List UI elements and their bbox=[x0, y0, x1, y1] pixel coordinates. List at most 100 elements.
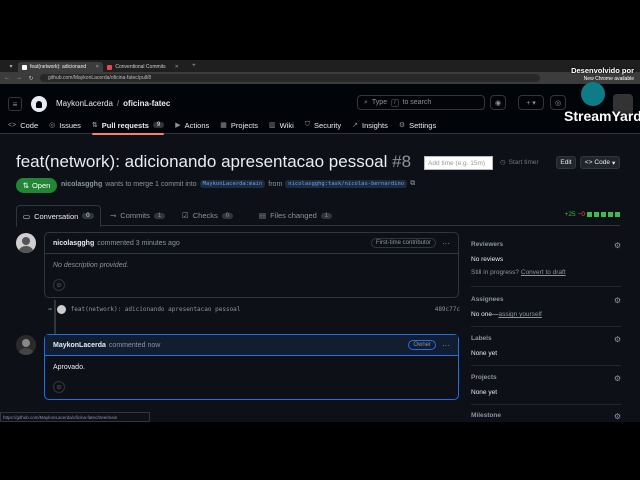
pr-tabs: ▭ Conversation 0 ⊸ Commits 1 ☑ Checks 0 ▤ Files… bbox=[16, 205, 620, 227]
comment-card: MaykonLacerda commented now Owner ··· Ap… bbox=[44, 334, 459, 400]
sidebar-value: None yet bbox=[471, 389, 498, 396]
new-tab-icon[interactable]: + bbox=[187, 62, 201, 71]
comment-author-link[interactable]: MaykonLacerda bbox=[53, 342, 106, 349]
back-icon[interactable]: ← bbox=[4, 75, 10, 81]
repo-nav-actions[interactable]: ▶ Actions bbox=[175, 116, 209, 134]
kebab-menu-icon[interactable]: ··· bbox=[442, 341, 450, 350]
tab-conversation[interactable]: ▭ Conversation 0 bbox=[16, 205, 101, 227]
tab-files-changed[interactable]: ▤ Files changed 1 bbox=[253, 205, 338, 226]
sidebar-heading[interactable]: Reviewers bbox=[471, 241, 503, 250]
assign-yourself-link[interactable]: assign yourself bbox=[498, 311, 541, 318]
repo-nav-pull-requests[interactable]: ⇅ Pull requests 9 bbox=[91, 116, 165, 135]
overlay-credit-text: Desenvolvido por bbox=[571, 66, 634, 75]
gear-icon[interactable]: ⚙ bbox=[614, 374, 621, 383]
gear-icon[interactable]: ⚙ bbox=[614, 335, 621, 344]
diffstat-block bbox=[608, 212, 613, 217]
add-reaction-icon[interactable]: ☺ bbox=[53, 381, 65, 393]
add-reaction-icon[interactable]: ☺ bbox=[53, 279, 65, 291]
gear-icon[interactable]: ⚙ bbox=[614, 296, 621, 305]
search-input[interactable]: ⌕ Type / to search bbox=[357, 95, 485, 110]
repo-nav-label: Code bbox=[20, 120, 39, 130]
avatar[interactable] bbox=[56, 304, 66, 314]
sidebar-heading[interactable]: Labels bbox=[471, 335, 492, 344]
issue-icon: ◎ bbox=[49, 122, 56, 129]
pr-author-link[interactable]: nicolasgghg bbox=[61, 181, 102, 188]
comment-timestamp[interactable]: commented 3 minutes ago bbox=[97, 240, 180, 247]
code-button-label: Code bbox=[594, 159, 610, 166]
deletions-count: −0 bbox=[577, 211, 585, 218]
gear-icon[interactable]: ⚙ bbox=[614, 241, 621, 250]
kebab-menu-icon[interactable]: ··· bbox=[442, 239, 450, 248]
reload-icon[interactable]: ↻ bbox=[28, 75, 34, 82]
comment-body: Aprovado. ☺ bbox=[45, 356, 458, 401]
url-input[interactable]: github.com/MaykonLacerda/oficina-fatec/p… bbox=[40, 74, 540, 82]
graph-icon: ↗ bbox=[352, 122, 358, 129]
comment-author-link[interactable]: nicolasgghg bbox=[53, 240, 94, 247]
contributor-badge: First-time contributor bbox=[370, 238, 436, 248]
book-icon: ▥ bbox=[268, 122, 276, 129]
clock-icon: ◷ bbox=[500, 159, 506, 166]
base-branch-link[interactable]: MaykonLacerda:main bbox=[199, 180, 266, 188]
close-tab-icon[interactable]: ✕ bbox=[175, 64, 179, 70]
link-status-bar: https://github.com/MaykonLacerda/oficina… bbox=[0, 412, 150, 422]
sidebar-heading[interactable]: Assignees bbox=[471, 296, 504, 305]
browser-tab[interactable]: Conventional Commits ✕ bbox=[103, 62, 183, 72]
add-time-input[interactable]: Add time (e.g. 15m) bbox=[424, 156, 493, 170]
tab-label: Commits bbox=[120, 211, 150, 220]
tab-checks[interactable]: ☑ Checks 0 bbox=[176, 205, 239, 226]
avatar[interactable] bbox=[16, 335, 36, 355]
sidebar-value: No reviews bbox=[471, 256, 504, 263]
head-branch-link[interactable]: nicolasgghg:task/nicolas-bernardino bbox=[285, 180, 408, 188]
start-timer-label: Start timer bbox=[508, 158, 539, 166]
comment-text: No description provided. bbox=[53, 262, 129, 269]
edit-button[interactable]: Edit bbox=[556, 156, 576, 169]
avatar[interactable] bbox=[16, 233, 36, 253]
repo-nav-issues[interactable]: ◎ Issues bbox=[49, 116, 81, 134]
commit-sha-link[interactable]: 489c77c bbox=[435, 306, 460, 313]
forward-icon[interactable]: → bbox=[16, 75, 22, 81]
breadcrumb-separator: / bbox=[116, 99, 120, 108]
menu-icon[interactable]: ≡ bbox=[8, 97, 22, 111]
comment-timestamp[interactable]: commented now bbox=[109, 342, 160, 349]
sidebar-assignees: Assignees ⚙ No one—assign yourself bbox=[471, 296, 621, 318]
tab-commits[interactable]: ⊸ Commits 1 bbox=[104, 205, 171, 226]
browser-tab-active[interactable]: feat(network): adicionand ✕ bbox=[18, 62, 104, 72]
search-shortcut-key: / bbox=[391, 98, 399, 107]
repo-nav-insights[interactable]: ↗ Insights bbox=[352, 116, 388, 134]
repo-nav-security[interactable]: ⛉ Security bbox=[305, 116, 341, 134]
repo-nav-settings[interactable]: ⚙ Settings bbox=[399, 116, 436, 134]
repo-nav-code[interactable]: <> Code bbox=[8, 116, 38, 134]
copilot-icon[interactable]: ◉ bbox=[490, 95, 506, 110]
tab-search-icon[interactable]: ▾ bbox=[4, 62, 18, 71]
sidebar-value: None yet bbox=[471, 350, 498, 357]
close-tab-icon[interactable]: ✕ bbox=[95, 64, 99, 70]
search-placeholder: Type bbox=[371, 99, 388, 106]
create-new-button[interactable]: + ▾ bbox=[518, 95, 544, 110]
sidebar-value: No one—assign yourself bbox=[471, 311, 621, 318]
gear-icon[interactable]: ⚙ bbox=[614, 412, 621, 421]
github-logo-icon[interactable] bbox=[31, 96, 47, 112]
copy-icon[interactable]: ⧉ bbox=[410, 180, 415, 188]
page-title: feat(network): adicionando apresentacao … bbox=[16, 152, 411, 172]
github-favicon-icon bbox=[22, 64, 27, 70]
repo-nav-projects[interactable]: ▦ Projects bbox=[220, 116, 258, 134]
shield-icon: ⛉ bbox=[304, 121, 311, 128]
diffstat-block bbox=[587, 212, 592, 217]
checklist-icon: ☑ bbox=[182, 211, 189, 220]
code-icon: <> bbox=[584, 159, 593, 166]
start-timer-button[interactable]: ◷ Start timer bbox=[500, 158, 539, 167]
repo-nav-label: Pull requests bbox=[101, 120, 149, 130]
sidebar-heading[interactable]: Milestone bbox=[471, 412, 501, 421]
commit-icon: ⊸ bbox=[110, 211, 117, 220]
tab-label: Checks bbox=[192, 211, 218, 220]
owner-badge: Owner bbox=[408, 340, 436, 350]
repo-nav-wiki[interactable]: ▥ Wiki bbox=[269, 116, 294, 134]
streamyard-logo-icon bbox=[581, 82, 605, 106]
sidebar-heading[interactable]: Projects bbox=[471, 374, 497, 383]
convert-to-draft-link[interactable]: Convert to draft bbox=[521, 269, 566, 276]
sidebar-reviewers: Reviewers ⚙ No reviews Still in progress?… bbox=[471, 241, 621, 276]
code-dropdown-button[interactable]: <> Code ▾ bbox=[580, 156, 620, 169]
commit-message-link[interactable]: feat(network): adicionando apresentacao … bbox=[71, 306, 241, 313]
repo-name-link[interactable]: oficina-fatec bbox=[123, 99, 170, 108]
repo-owner-link[interactable]: MaykonLacerda bbox=[56, 99, 113, 108]
